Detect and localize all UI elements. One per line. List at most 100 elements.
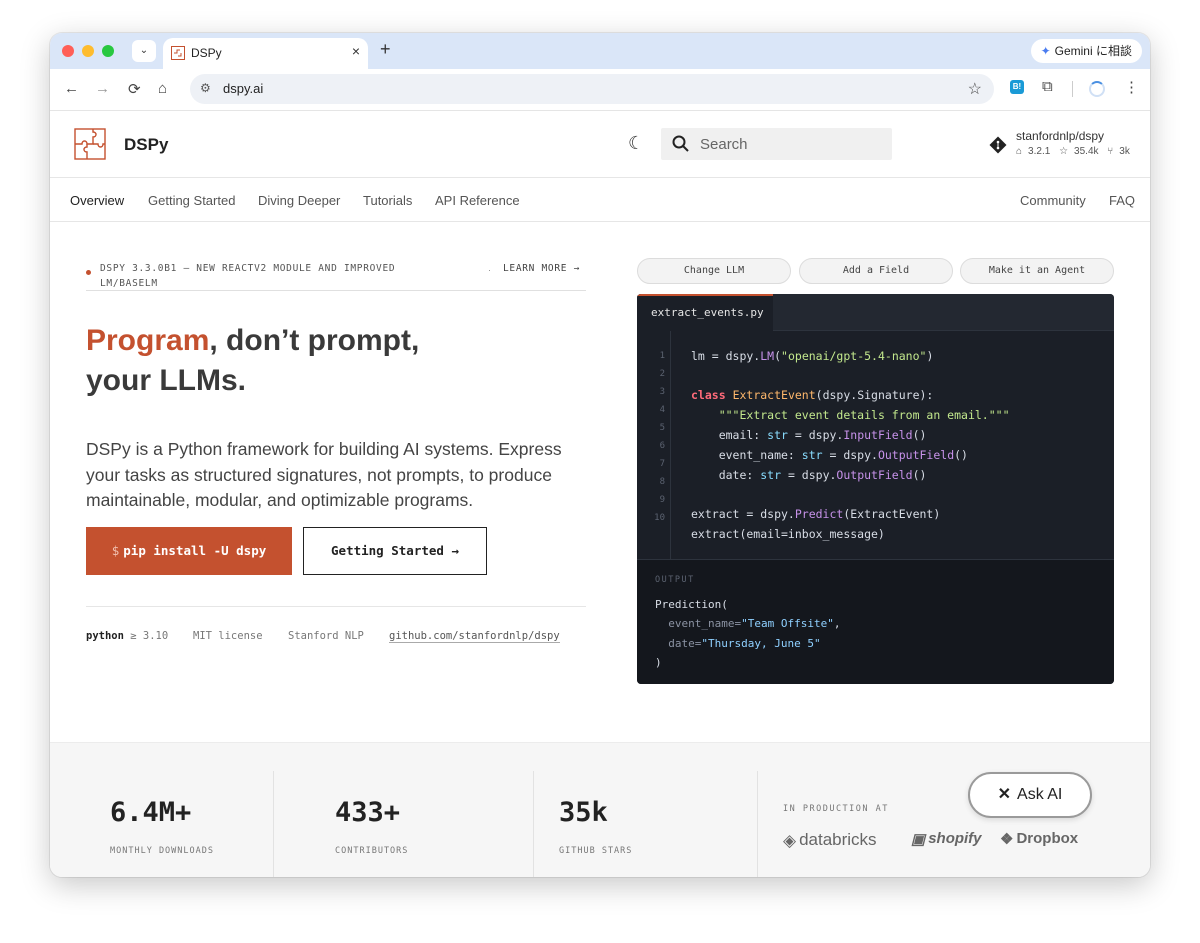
line-number: 3 (659, 387, 665, 397)
repo-version: 3.2.1 (1028, 146, 1051, 157)
org-label: Stanford NLP (288, 630, 364, 642)
headline-line2: your LLMs. (86, 364, 247, 397)
bookmark-star-icon[interactable]: ☆ (968, 79, 982, 99)
hero-description: DSPy is a Python framework for building … (86, 439, 562, 510)
output-line: event_name="Team Offsite", (668, 617, 841, 630)
shopify-logo: ▣ shopify (911, 830, 982, 849)
code-line: event_name: str = dspy.OutputField() (691, 448, 968, 462)
line-number: 2 (659, 369, 665, 379)
line-number: 8 (659, 477, 665, 487)
ask-ai-icon: ✕ (997, 786, 1012, 803)
stat-label: GITHUB STARS (559, 846, 633, 856)
pip-dollar: $ (111, 543, 120, 558)
line-number: 4 (659, 405, 665, 415)
forward-icon[interactable]: → (95, 80, 110, 97)
repo-name[interactable]: stanfordnlp/dspy (1016, 129, 1104, 143)
line-number: 9 (659, 495, 665, 505)
license-label: MIT license (193, 630, 263, 642)
repo-stars: 35.4k (1074, 146, 1099, 157)
ask-ai-button[interactable]: ✕ Ask AI (968, 772, 1092, 818)
browser-window: ⌄ DSPy × + ✦ Gemini に相談 ← → ⟳ ⌂ ⚙ dspy.ai… (50, 33, 1150, 877)
stat-value: 6.4M+ (110, 797, 192, 828)
new-tab-icon[interactable]: + (380, 39, 391, 60)
nav-tutorials[interactable]: Tutorials (363, 193, 412, 208)
headline-accent: Program (86, 324, 210, 357)
gemini-button[interactable]: ✦ Gemini に相談 (1030, 39, 1142, 63)
back-icon[interactable]: ← (64, 80, 79, 97)
add-field-button[interactable]: Add a Field (799, 258, 953, 284)
dspy-logo-icon[interactable] (74, 128, 106, 160)
announcement-dot (86, 270, 91, 275)
repo-forks: 3k (1119, 146, 1130, 157)
code-line: email: str = dspy.InputField() (691, 428, 927, 442)
change-llm-button[interactable]: Change LLM (637, 258, 791, 284)
stat-value: 35k (559, 797, 608, 828)
browser-toolbar: ← → ⟳ ⌂ ⚙ dspy.ai ☆ B! ⧉ ⋮ (50, 69, 1150, 111)
reload-icon[interactable]: ⟳ (128, 80, 141, 98)
announcement-bar: DSPY 3.3.0B1 — NEW REACTV2 MODULE AND IM… (86, 261, 586, 291)
minimize-window-button[interactable] (82, 45, 94, 57)
code-file-tab[interactable]: extract_events.py (637, 294, 773, 331)
stat-label: MONTHLY DOWNLOADS (110, 846, 214, 856)
close-window-button[interactable] (62, 45, 74, 57)
python-requirement: python ≥ 3.10 (86, 630, 169, 642)
pip-install-button[interactable]: $ pip install -U dspy (86, 527, 292, 575)
nav-faq[interactable]: FAQ (1109, 193, 1135, 208)
brand-name[interactable]: DSPy (124, 135, 168, 155)
tab-title: DSPy (191, 46, 222, 60)
hero-headline: Program, don’t prompt, your LLMs. (86, 321, 586, 401)
home-icon[interactable]: ⌂ (158, 80, 167, 97)
nav-diving-deeper[interactable]: Diving Deeper (258, 193, 340, 208)
tab-strip: ⌄ DSPy × + ✦ Gemini に相談 (50, 33, 1150, 69)
main-nav: Overview Getting Started Diving Deeper T… (50, 178, 1150, 222)
getting-started-button[interactable]: Getting Started → (303, 527, 487, 575)
code-editor: extract_events.py 1 2 3 4 5 6 7 8 9 10 l… (637, 294, 1114, 684)
output-line: date="Thursday, June 5" (668, 637, 821, 650)
maximize-window-button[interactable] (102, 45, 114, 57)
make-agent-button[interactable]: Make it an Agent (960, 258, 1114, 284)
search-icon (672, 135, 689, 152)
gemini-star-icon: ✦ (1040, 44, 1051, 58)
nav-getting-started[interactable]: Getting Started (148, 193, 235, 208)
browser-menu-icon[interactable]: ⋮ (1124, 78, 1139, 96)
code-line: class ExtractEvent(dspy.Signature): (691, 388, 934, 402)
code-line: extract(email=inbox_message) (691, 527, 885, 541)
line-number: 1 (659, 351, 665, 361)
browser-tab[interactable]: DSPy × (163, 38, 368, 69)
nav-api-reference[interactable]: API Reference (435, 193, 520, 208)
line-number-gutter: 1 2 3 4 5 6 7 8 9 10 (637, 331, 671, 559)
extensions-puzzle-icon[interactable]: ⧉ (1042, 78, 1053, 95)
stat-contributors: 433+ CONTRIBUTORS (310, 771, 534, 877)
pip-command: pip install -U dspy (123, 543, 267, 558)
line-number: 7 (659, 459, 665, 469)
repo-stats[interactable]: ⌂ 3.2.1 ☆ 35.4k ⑂ 3k (1016, 146, 1136, 157)
announcement-separator: · (488, 265, 491, 275)
stat-value: 433+ (335, 797, 401, 828)
stat-downloads: 6.4M+ MONTHLY DOWNLOADS (50, 771, 274, 877)
search-placeholder: Search (700, 136, 748, 153)
line-number: 6 (659, 441, 665, 451)
dropbox-logo: ❖ Dropbox (1000, 830, 1079, 849)
learn-more-link[interactable]: LEARN MORE → (503, 261, 588, 276)
loading-spinner-icon (1089, 81, 1105, 97)
search-input[interactable]: Search (661, 128, 892, 160)
nav-community[interactable]: Community (1020, 193, 1086, 208)
code-line: lm = dspy.LM("openai/gpt-5.4-nano") (691, 349, 934, 363)
output-line: Prediction( (655, 598, 728, 611)
close-tab-icon[interactable]: × (352, 43, 360, 59)
repo-link[interactable]: github.com/stanfordnlp/dspy (389, 630, 560, 643)
hatena-extension-icon[interactable]: B! (1010, 80, 1024, 94)
production-label: IN PRODUCTION AT (783, 804, 889, 814)
site-settings-icon[interactable]: ⚙ (200, 81, 211, 95)
theme-toggle-icon[interactable]: ☾ (628, 133, 644, 154)
databricks-logo: ◈ databricks (783, 830, 877, 850)
code-line: """Extract event details from an email."… (718, 408, 1010, 422)
git-icon[interactable] (988, 135, 1008, 155)
nav-overview[interactable]: Overview (70, 193, 124, 208)
code-tab-bar: extract_events.py (637, 294, 1114, 331)
site-header: DSPy ☾ Search stanfordnlp/dspy ⌂ 3.2.1 ☆ 3… (50, 111, 1150, 178)
line-number: 5 (659, 423, 665, 433)
tab-search-icon[interactable]: ⌄ (132, 40, 156, 62)
address-bar[interactable]: ⚙ dspy.ai ☆ (190, 74, 994, 104)
version-tag-icon: ⌂ (1016, 146, 1023, 157)
